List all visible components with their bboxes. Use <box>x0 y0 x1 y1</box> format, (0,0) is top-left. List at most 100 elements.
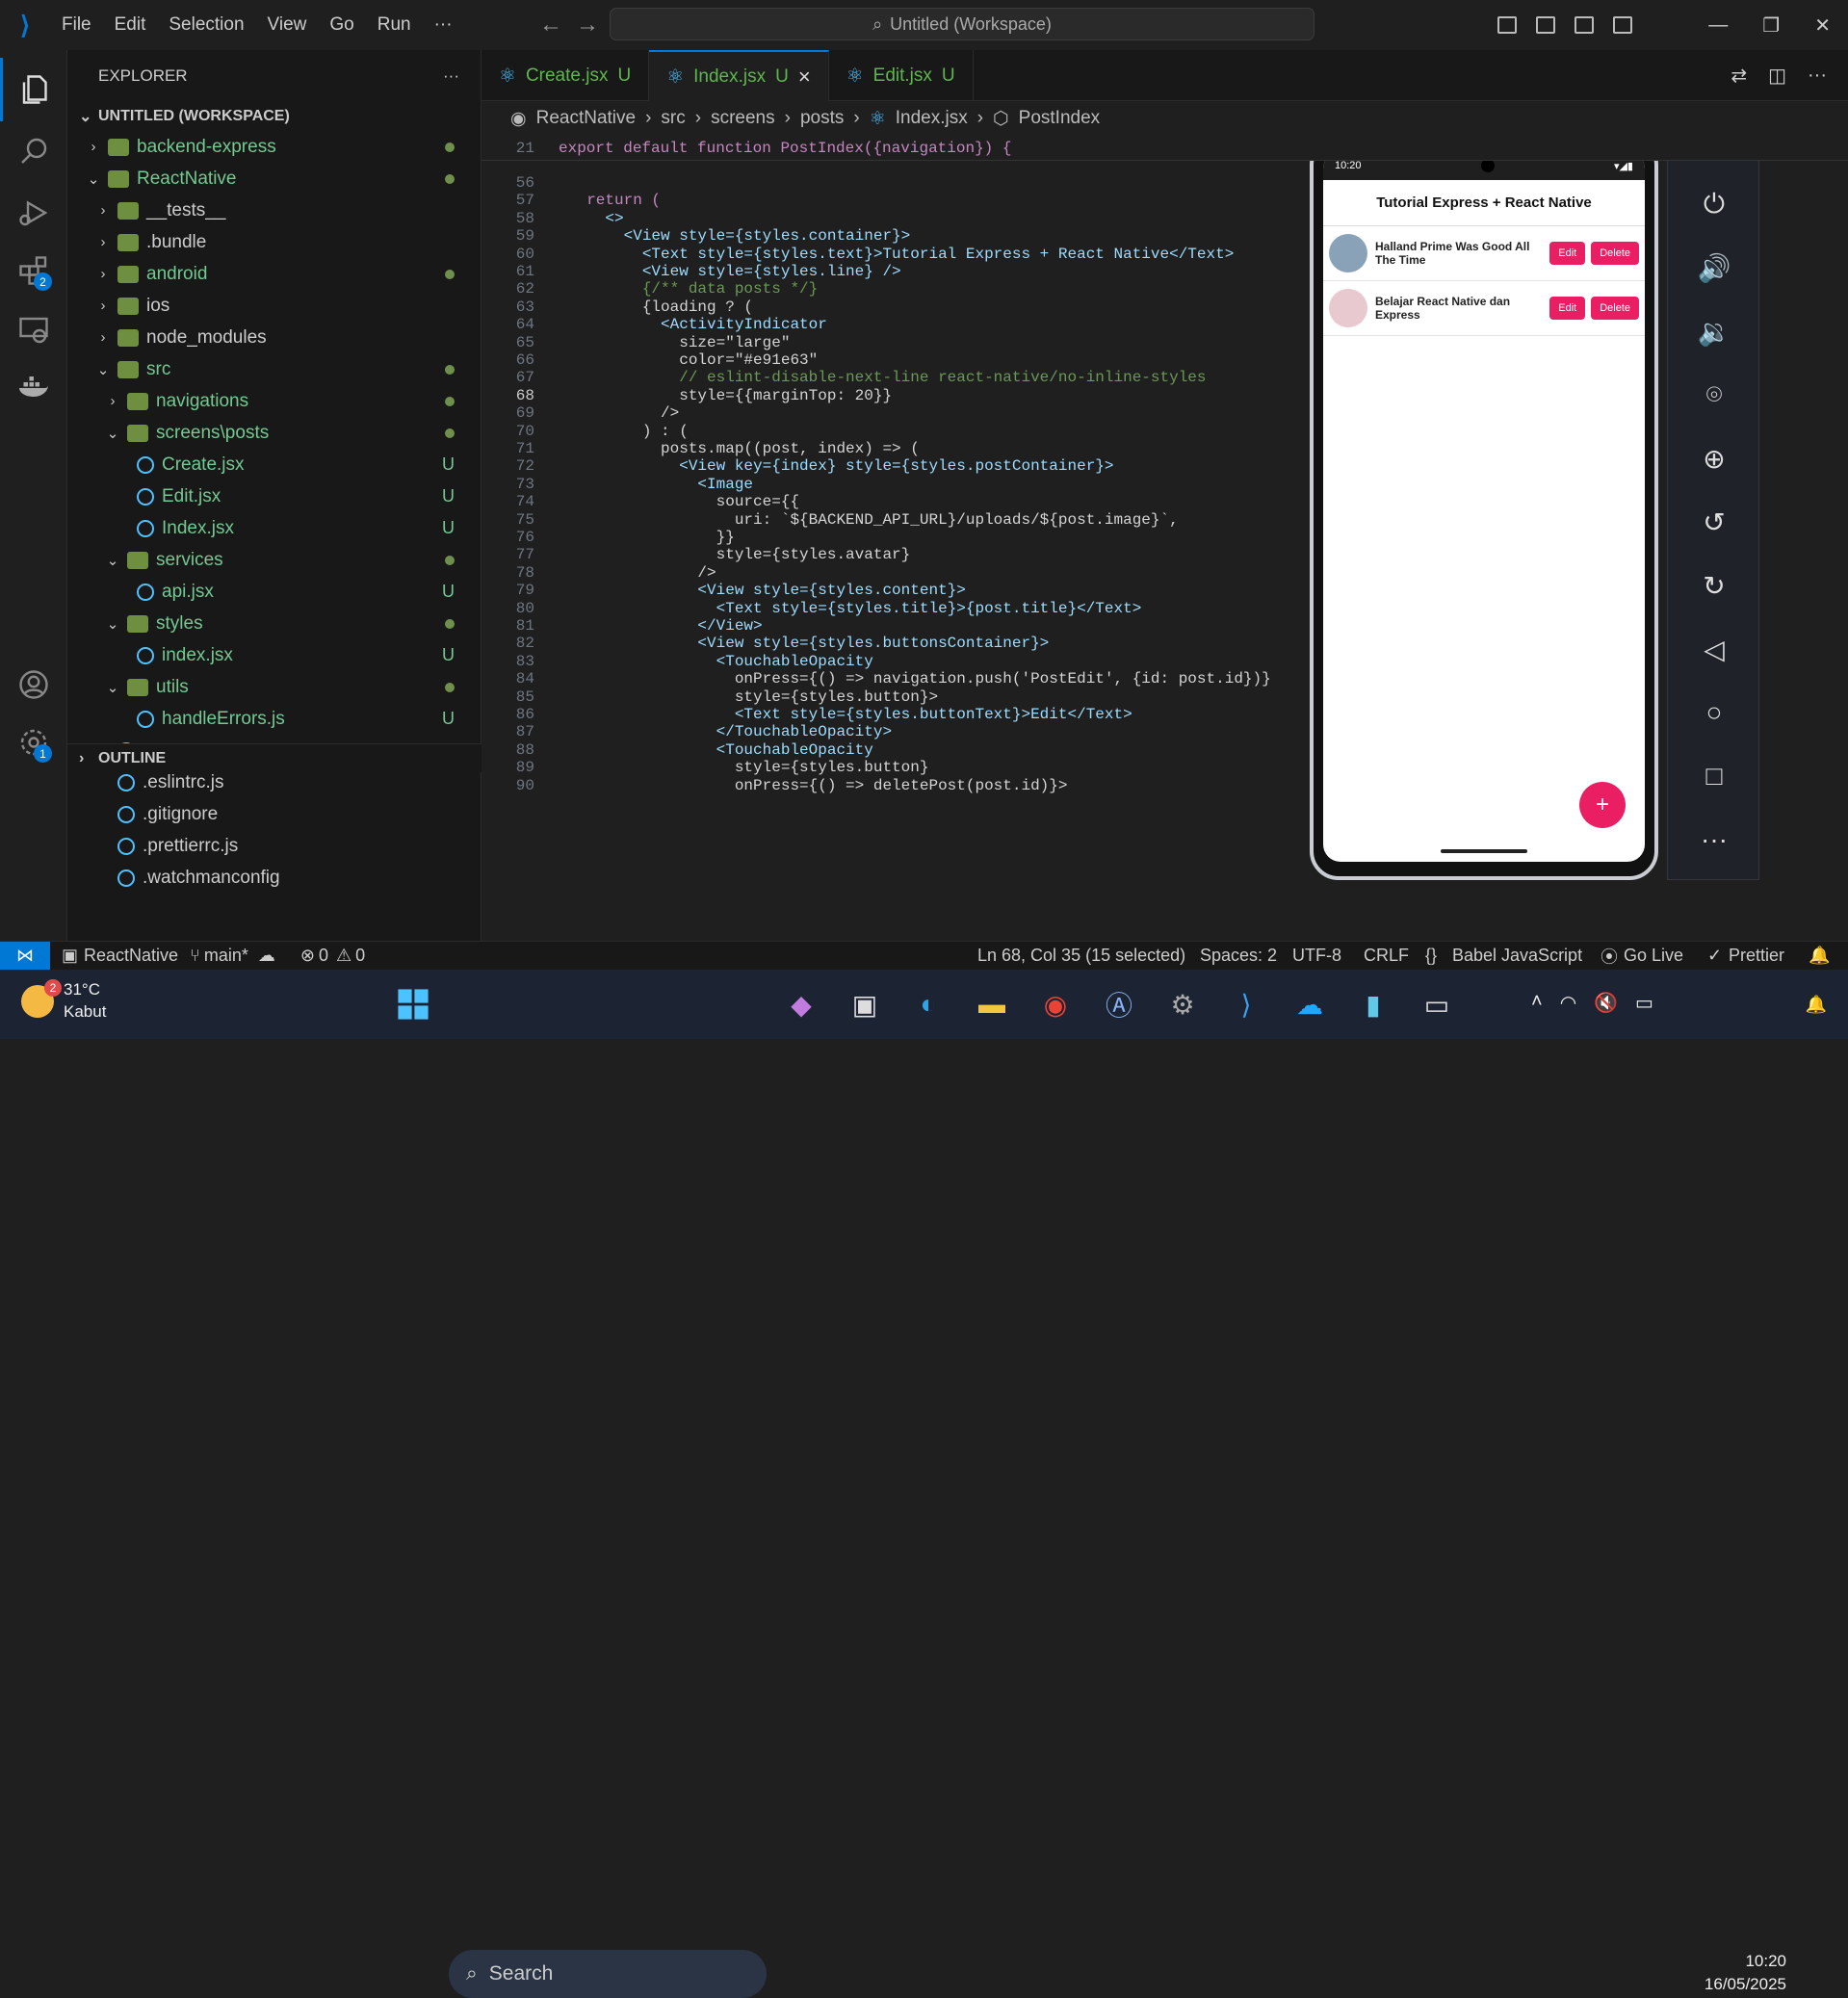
status-errors[interactable]: 0 <box>319 946 328 966</box>
zoom-icon[interactable]: ⊕ <box>1668 437 1760 480</box>
overview-square-icon[interactable]: □ <box>1668 755 1760 797</box>
menu-view[interactable]: View <box>256 14 319 36</box>
tree-item[interactable]: › backend-express <box>67 131 482 163</box>
status-cursor-position[interactable]: Ln 68, Col 35 (15 selected) <box>977 946 1185 966</box>
tree-item[interactable]: › android <box>67 258 482 290</box>
more-actions-icon[interactable]: ··· <box>443 66 459 86</box>
status-branch[interactable]: main* <box>204 946 248 966</box>
android-studio-icon[interactable]: ▮ <box>1352 983 1394 1025</box>
tree-item[interactable]: index.jsx U <box>67 639 482 671</box>
tree-item[interactable]: ⌄ utils <box>67 671 482 703</box>
tree-item[interactable]: .watchmanconfig <box>67 862 482 894</box>
taskbar-clock[interactable]: 10:20 16/05/2025 <box>1705 1950 1786 1996</box>
camera-icon[interactable]: ⌾ <box>1668 374 1760 416</box>
tree-item[interactable]: ⌄ styles <box>67 608 482 639</box>
remote-indicator-icon[interactable]: ⋈ <box>0 941 50 971</box>
taskbar-search[interactable]: ⌕ Search <box>449 1950 767 1998</box>
tree-item[interactable]: ⌄ screens\posts <box>67 417 482 449</box>
open-changes-icon[interactable]: ⇄ <box>1731 64 1747 88</box>
sticky-scroll-line[interactable]: 21 export default function PostIndex({na… <box>482 136 1848 161</box>
minimize-icon[interactable]: — <box>1691 14 1745 37</box>
restore-icon[interactable]: ❐ <box>1745 13 1797 38</box>
delete-button[interactable]: Delete <box>1591 297 1639 320</box>
tree-item[interactable]: › .bundle <box>67 226 482 258</box>
breadcrumb-item[interactable]: posts <box>800 108 844 129</box>
back-arrow-icon[interactable]: ← <box>539 12 562 39</box>
vscode-icon[interactable]: ⟩ <box>1225 983 1267 1025</box>
remote-explorer-icon[interactable] <box>0 298 67 362</box>
search-icon[interactable] <box>0 119 67 183</box>
docker-icon[interactable] <box>0 356 67 420</box>
more-icon[interactable]: ··· <box>1668 818 1760 861</box>
menu-selection[interactable]: Selection <box>157 14 255 36</box>
toggle-panel-icon[interactable] <box>1575 16 1594 34</box>
split-editor-icon[interactable]: ◫ <box>1768 64 1786 88</box>
breadcrumb-item[interactable]: ReactNative <box>536 108 637 129</box>
workspace-header[interactable]: ⌄ UNTITLED (WORKSPACE) <box>67 102 481 131</box>
tree-item[interactable]: › __tests__ <box>67 195 482 226</box>
status-spaces[interactable]: Spaces: 2 <box>1200 946 1277 966</box>
close-window-icon[interactable]: ✕ <box>1797 13 1848 38</box>
device-screen[interactable]: 10:20 ▾◢▮ Tutorial Express + React Nativ… <box>1323 151 1645 862</box>
toggle-secondary-sidebar-icon[interactable] <box>1613 16 1632 34</box>
back-triangle-icon[interactable]: ◁ <box>1668 628 1760 670</box>
rotate-left-icon[interactable]: ↺ <box>1668 501 1760 543</box>
breadcrumb-item[interactable]: src <box>661 108 685 129</box>
breadcrumb-item[interactable]: Index.jsx <box>896 108 968 129</box>
tree-item[interactable]: api.jsx U <box>67 576 482 608</box>
app-icon[interactable]: ☁ <box>1288 983 1331 1025</box>
settings-gear-icon[interactable]: 1 <box>0 711 67 774</box>
tab-edit-jsx[interactable]: ⚛ Edit.jsx U <box>829 50 974 101</box>
rotate-right-icon[interactable]: ↻ <box>1668 564 1760 607</box>
tree-item[interactable]: handleErrors.js U <box>67 703 482 735</box>
breadcrumb-item[interactable]: PostIndex <box>1019 108 1101 129</box>
close-tab-icon[interactable]: × <box>798 65 811 90</box>
tree-item[interactable]: Create.jsx U <box>67 449 482 480</box>
outline-section[interactable]: › OUTLINE <box>67 743 482 772</box>
volume-up-icon[interactable]: 🔊 <box>1668 247 1760 289</box>
tree-item[interactable]: › navigations <box>67 385 482 417</box>
delete-button[interactable]: Delete <box>1591 242 1639 265</box>
task-view-icon[interactable]: ▣ <box>844 983 886 1025</box>
menu-file[interactable]: File <box>50 14 103 36</box>
tree-item[interactable]: ⌄ ReactNative <box>67 163 482 195</box>
tree-item[interactable]: Edit.jsx U <box>67 480 482 512</box>
account-icon[interactable] <box>0 653 67 716</box>
volume-down-icon[interactable]: 🔉 <box>1668 310 1760 352</box>
chrome-icon[interactable]: ◉ <box>1034 983 1077 1025</box>
weather-widget[interactable]: 2 31°C Kabut <box>21 978 106 1024</box>
chevron-up-icon[interactable]: ˄ <box>1531 991 1543 1015</box>
home-circle-icon[interactable]: ○ <box>1668 691 1760 734</box>
sync-icon[interactable]: ☁ <box>258 946 275 966</box>
terminal-icon[interactable]: ▭ <box>1416 983 1458 1025</box>
file-explorer-icon[interactable]: ▬ <box>971 983 1013 1025</box>
extensions-icon[interactable]: 2 <box>0 239 67 302</box>
status-golive[interactable]: Go Live <box>1624 946 1683 966</box>
menu-run[interactable]: Run <box>366 14 423 36</box>
add-post-button[interactable]: + <box>1579 782 1626 828</box>
explorer-icon[interactable] <box>0 58 67 121</box>
windows-start-icon[interactable] <box>392 983 434 1025</box>
forward-arrow-icon[interactable]: → <box>576 12 599 39</box>
tree-item[interactable]: Index.jsx U <box>67 512 482 544</box>
copilot-icon[interactable]: ◆ <box>780 983 822 1025</box>
menu-edit[interactable]: Edit <box>103 14 158 36</box>
command-center-search[interactable]: ⌕ Untitled (Workspace) <box>610 8 1314 40</box>
tab-index-jsx[interactable]: ⚛ Index.jsx U × <box>649 50 829 101</box>
bell-icon[interactable]: 🔔 <box>1809 946 1830 966</box>
breadcrumb-item[interactable]: screens <box>711 108 775 129</box>
customize-layout-icon[interactable] <box>1497 16 1517 34</box>
tab-create-jsx[interactable]: ⚛ Create.jsx U <box>482 50 650 101</box>
status-eol[interactable]: CRLF <box>1364 946 1409 966</box>
status-language[interactable]: Babel JavaScript <box>1452 946 1582 966</box>
app-icon[interactable]: Ⓐ <box>1098 983 1140 1025</box>
home-indicator[interactable] <box>1441 849 1527 853</box>
volume-mute-icon[interactable]: 🔇 <box>1594 991 1618 1015</box>
run-debug-icon[interactable] <box>0 181 67 245</box>
notification-bell-icon[interactable]: 🔔 <box>1806 995 1827 1015</box>
edit-button[interactable]: Edit <box>1549 297 1586 320</box>
more-actions-icon[interactable]: ··· <box>1808 65 1827 87</box>
tree-item[interactable]: › node_modules <box>67 322 482 353</box>
tree-item[interactable]: › ios <box>67 290 482 322</box>
battery-icon[interactable]: ▭ <box>1635 991 1653 1015</box>
